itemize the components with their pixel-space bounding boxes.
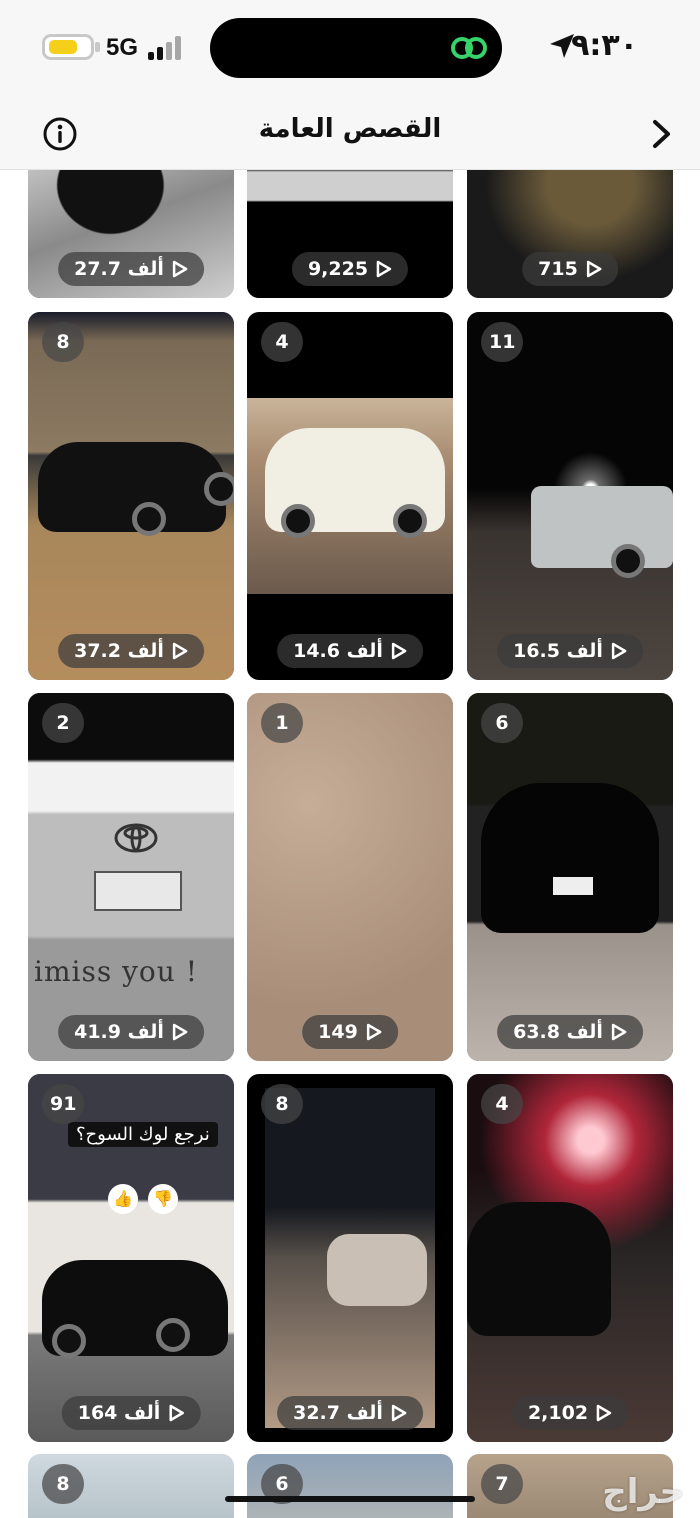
views-count: 9,225	[307, 258, 369, 280]
play-icon	[391, 1404, 407, 1422]
play-icon	[596, 1404, 612, 1422]
views-badge: 27.7 ألف	[58, 252, 204, 286]
views-count: 41.9 ألف	[74, 1021, 164, 1043]
views-count: 164 ألف	[77, 1402, 161, 1424]
story-tile[interactable]: 6	[247, 1454, 453, 1518]
battery-level	[49, 40, 77, 54]
story-tile[interactable]: 11 16.5 ألف	[467, 312, 673, 680]
views-count: 14.6 ألف	[293, 640, 383, 662]
views-badge: 164 ألف	[61, 1396, 201, 1430]
story-tile[interactable]: 8	[28, 1454, 234, 1518]
battery-cap	[95, 42, 100, 52]
battery-icon	[42, 34, 94, 60]
thumbs-down-icon: 👎	[148, 1184, 178, 1214]
header-bar: القصص العامة	[0, 96, 700, 170]
views-badge: 715	[522, 252, 618, 286]
play-icon	[169, 1404, 184, 1422]
link-icon	[451, 37, 487, 59]
views-badge: 149	[302, 1015, 398, 1049]
play-icon	[586, 260, 602, 278]
signal-icon	[148, 36, 186, 60]
views-badge: 63.8 ألف	[497, 1015, 643, 1049]
story-tile[interactable]: نرجع لوك السوح؟ 👍 👎 91 164 ألف	[28, 1074, 234, 1442]
story-tile[interactable]: 4 14.6 ألف	[247, 312, 453, 680]
license-plate	[94, 871, 182, 911]
views-count: 63.8 ألف	[513, 1021, 603, 1043]
story-tile[interactable]: 715	[467, 170, 673, 298]
car-image	[327, 1234, 427, 1306]
play-icon	[391, 642, 407, 660]
status-time: ٩:٣٠	[571, 28, 638, 63]
views-count: 715	[538, 258, 578, 280]
toyota-logo	[114, 823, 158, 853]
story-count-badge: 8	[42, 1464, 84, 1504]
story-tile[interactable]: 6 63.8 ألف	[467, 693, 673, 1061]
thumbs-up-icon: 👍	[108, 1184, 138, 1214]
play-icon	[611, 1023, 627, 1041]
play-icon	[366, 1023, 382, 1041]
views-badge: 37.2 ألف	[58, 634, 204, 668]
views-count: 2,102	[527, 1402, 589, 1424]
views-badge: 32.7 ألف	[277, 1396, 423, 1430]
story-caption: نرجع لوك السوح؟	[68, 1122, 218, 1147]
watermark-logo: حراج	[602, 1472, 684, 1512]
car-image	[481, 783, 659, 933]
network-type: 5G	[106, 34, 139, 61]
story-tile[interactable]: 9,225	[247, 170, 453, 298]
story-count-badge: 7	[481, 1464, 523, 1504]
chevron-right-icon[interactable]	[650, 118, 674, 150]
story-count-badge: 2	[42, 703, 84, 743]
page-title: القصص العامة	[258, 114, 442, 144]
views-badge: 41.9 ألف	[58, 1015, 204, 1049]
status-bar: 5G ٩:٣٠	[0, 0, 700, 96]
views-count: 27.7 ألف	[74, 258, 164, 280]
story-thumbnail	[247, 693, 453, 1061]
story-count-badge: 1	[261, 703, 303, 743]
story-tile[interactable]: 8 32.7 ألف	[247, 1074, 453, 1442]
views-badge: 2,102	[511, 1396, 629, 1430]
story-count-badge: 6	[481, 703, 523, 743]
views-badge: 16.5 ألف	[497, 634, 643, 668]
play-icon	[172, 642, 188, 660]
license-plate	[553, 877, 593, 895]
story-tile[interactable]: 8 37.2 ألف	[28, 312, 234, 680]
story-count-badge: 8	[261, 1084, 303, 1124]
story-count-badge: 11	[481, 322, 524, 362]
story-count-badge: 4	[481, 1084, 523, 1124]
story-count-badge: 4	[261, 322, 303, 362]
play-icon	[376, 260, 392, 278]
views-count: 16.5 ألف	[513, 640, 603, 662]
story-tile[interactable]: imiss you ! 2 41.9 ألف	[28, 693, 234, 1061]
car-image	[467, 1202, 611, 1336]
story-count-badge: 91	[42, 1084, 85, 1124]
story-count-badge: 8	[42, 322, 84, 362]
play-icon	[172, 1023, 188, 1041]
views-badge: 9,225	[291, 252, 409, 286]
dynamic-island	[210, 18, 502, 78]
views-count: 149	[318, 1021, 358, 1043]
story-tile[interactable]: 1 149	[247, 693, 453, 1061]
views-count: 37.2 ألف	[74, 640, 164, 662]
stories-grid: 27.7 ألف 9,225 715 8 37.2 ألف 4 14.6 ألف…	[0, 170, 700, 1518]
views-count: 32.7 ألف	[293, 1402, 383, 1424]
story-tile[interactable]: 27.7 ألف	[28, 170, 234, 298]
car-image	[531, 486, 673, 568]
views-badge: 14.6 ألف	[277, 634, 423, 668]
play-icon	[611, 642, 627, 660]
home-indicator[interactable]	[225, 1496, 475, 1502]
story-tile[interactable]: 4 2,102	[467, 1074, 673, 1442]
play-icon	[172, 260, 188, 278]
plate-caption: imiss you !	[34, 955, 198, 988]
